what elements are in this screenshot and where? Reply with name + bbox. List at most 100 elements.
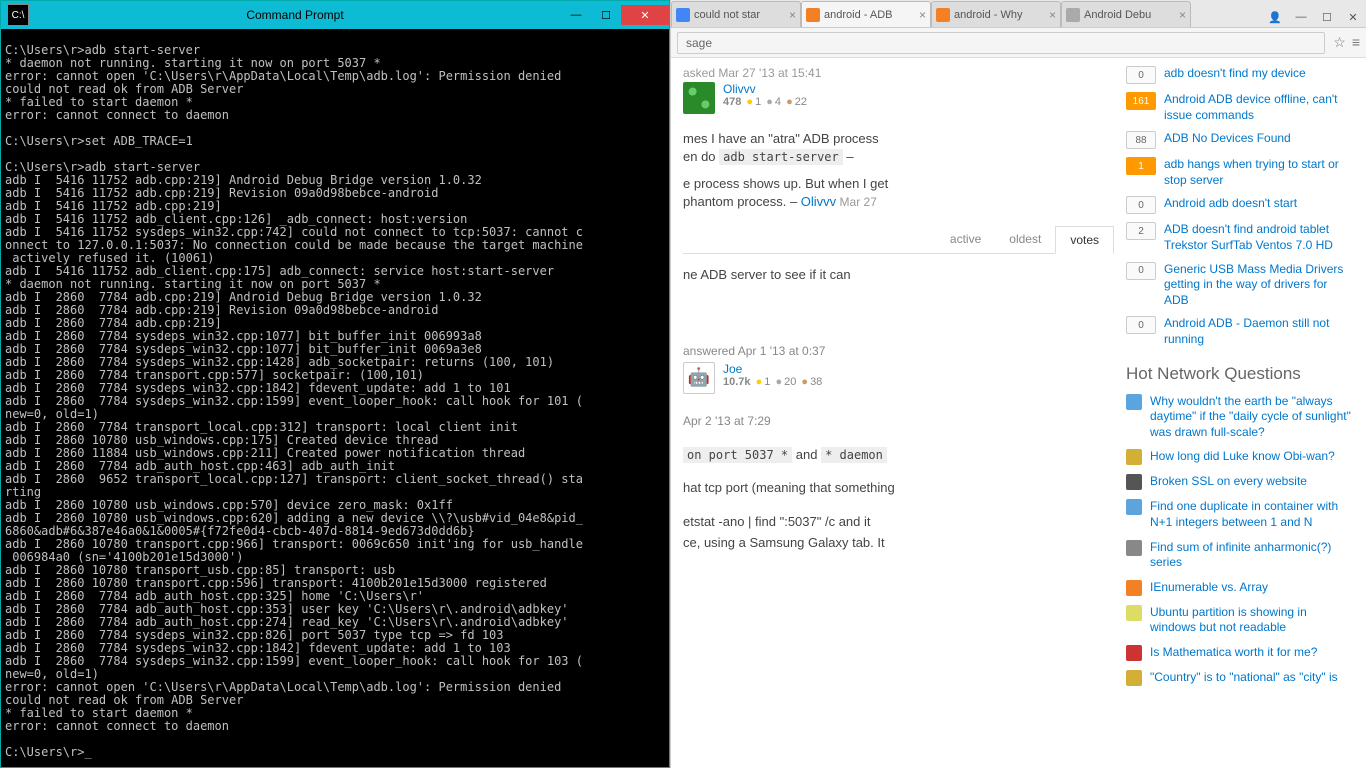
vote-count-badge: 2: [1126, 222, 1156, 240]
tab-close-icon[interactable]: ×: [1179, 8, 1186, 22]
cmd-title: Command Prompt: [29, 8, 561, 22]
tab-close-icon[interactable]: ×: [919, 8, 926, 22]
comment: e process shows up. But when I get phant…: [683, 175, 1114, 210]
related-question: 88 ADB No Devices Found: [1126, 131, 1354, 149]
chrome-maximize-button[interactable]: ☐: [1314, 7, 1340, 27]
hot-question: Is Mathematica worth it for me?: [1126, 645, 1354, 661]
vote-count-badge: 0: [1126, 196, 1156, 214]
answer-signature: answered Apr 1 '13 at 0:37 🤖 Joe 10.7k 1…: [683, 344, 1114, 394]
related-question: 161 Android ADB device offline, can't iss…: [1126, 92, 1354, 123]
browser-tab[interactable]: android - Why×: [931, 1, 1061, 27]
tab-active[interactable]: active: [936, 226, 995, 253]
hot-link[interactable]: How long did Luke know Obi-wan?: [1150, 449, 1335, 465]
chrome-minimize-button[interactable]: —: [1288, 7, 1314, 27]
vote-count-badge: 0: [1126, 316, 1156, 334]
favicon: [676, 8, 690, 22]
cmd-output[interactable]: C:\Users\r>adb start-server * daemon not…: [1, 29, 669, 761]
hot-link[interactable]: Is Mathematica worth it for me?: [1150, 645, 1317, 661]
hot-question: Why wouldn't the earth be "always daytim…: [1126, 394, 1354, 441]
avatar[interactable]: 🤖: [683, 362, 715, 394]
tab-votes[interactable]: votes: [1055, 226, 1114, 254]
menu-icon[interactable]: ≡: [1352, 34, 1360, 51]
answer-body: on port 5037 * and * daemon: [683, 446, 1114, 464]
star-icon[interactable]: ☆: [1333, 34, 1346, 51]
user-link[interactable]: Olivvv: [801, 194, 836, 209]
chrome-window: could not star×android - ADB×android - W…: [670, 0, 1366, 768]
related-question: 1adb hangs when trying to start or stop …: [1126, 157, 1354, 188]
cmd-minimize-button[interactable]: —: [561, 5, 591, 25]
vote-count-badge: 0: [1126, 66, 1156, 84]
tab-oldest[interactable]: oldest: [995, 226, 1055, 253]
chrome-close-button[interactable]: ✕: [1340, 7, 1366, 27]
user-rep: 478 1 4 22: [723, 96, 807, 108]
favicon: [806, 8, 820, 22]
avatar[interactable]: [683, 82, 715, 114]
answer-body: ce, using a Samsung Galaxy tab. It: [683, 534, 1114, 552]
hot-link[interactable]: Broken SSL on every website: [1150, 474, 1307, 490]
command-prompt-window: C:\ Command Prompt — ☐ ✕ C:\Users\r>adb …: [0, 0, 670, 768]
site-icon: [1126, 449, 1142, 465]
cmd-titlebar[interactable]: C:\ Command Prompt — ☐ ✕: [1, 1, 669, 29]
hot-question: How long did Luke know Obi-wan?: [1126, 449, 1354, 465]
comment: mes I have an "atra" ADB process en do a…: [683, 130, 1114, 165]
tab-close-icon[interactable]: ×: [789, 8, 796, 22]
site-icon: [1126, 394, 1142, 410]
cmd-close-button[interactable]: ✕: [621, 5, 669, 25]
hot-link[interactable]: Ubuntu partition is showing in windows b…: [1150, 605, 1354, 636]
related-question: 2 ADB doesn't find android tablet Treksto…: [1126, 222, 1354, 253]
related-link[interactable]: ADB No Devices Found: [1164, 131, 1291, 147]
favicon: [1066, 8, 1080, 22]
chrome-user-button[interactable]: 👤: [1262, 7, 1288, 27]
browser-tab[interactable]: Android Debu×: [1061, 1, 1191, 27]
related-question: 0 Android ADB - Daemon still not running: [1126, 316, 1354, 347]
tab-title: android - ADB: [824, 9, 915, 21]
browser-tab[interactable]: android - ADB ×: [801, 1, 931, 27]
hot-link[interactable]: Find one duplicate in container with N+1…: [1150, 499, 1354, 530]
vote-count-badge: 0: [1126, 262, 1156, 280]
hot-questions: Why wouldn't the earth be "always daytim…: [1126, 394, 1354, 686]
hot-question: IEnumerable vs. Array: [1126, 580, 1354, 596]
vote-count-badge: 161: [1126, 92, 1156, 110]
browser-tab[interactable]: could not star ×: [671, 1, 801, 27]
answer-body: etstat -ano | find ":5037" /c and it: [683, 513, 1114, 531]
related-link[interactable]: adb hangs when trying to start or stop s…: [1164, 157, 1354, 188]
site-icon: [1126, 645, 1142, 661]
related-link[interactable]: ADB doesn't find android tablet Trekstor…: [1164, 222, 1354, 253]
tab-title: could not star: [694, 9, 785, 21]
page-content: asked Mar 27 '13 at 15:41 Olivvv 478 1 4…: [671, 58, 1366, 768]
site-icon: [1126, 499, 1142, 515]
cmd-icon: C:\: [7, 4, 29, 26]
hot-link[interactable]: Find sum of infinite anharmonic(?) serie…: [1150, 540, 1354, 571]
hot-link[interactable]: IEnumerable vs. Array: [1150, 580, 1268, 596]
related-link[interactable]: Generic USB Mass Media Drivers getting i…: [1164, 262, 1354, 309]
related-link[interactable]: adb doesn't find my device: [1164, 66, 1306, 82]
hot-questions-heading: Hot Network Questions: [1126, 364, 1354, 384]
hot-question: "Country" is to "national" as "city" is: [1126, 670, 1354, 686]
related-link[interactable]: Android adb doesn't start: [1164, 196, 1297, 212]
related-question: 0 adb doesn't find my device: [1126, 66, 1354, 84]
related-link[interactable]: Android ADB device offline, can't issue …: [1164, 92, 1354, 123]
site-icon: [1126, 605, 1142, 621]
user-rep: 10.7k 1 20 38: [723, 376, 822, 388]
user-link[interactable]: Joe: [723, 362, 822, 376]
vote-count-badge: 88: [1126, 131, 1156, 149]
so-main-column: asked Mar 27 '13 at 15:41 Olivvv 478 1 4…: [671, 58, 1126, 768]
hot-question: Find sum of infinite anharmonic(?) serie…: [1126, 540, 1354, 571]
asked-time: asked Mar 27 '13 at 15:41: [683, 66, 1114, 80]
tab-close-icon[interactable]: ×: [1049, 8, 1056, 22]
answer-body: ne ADB server to see if it can: [683, 266, 1114, 284]
related-question: 0 Generic USB Mass Media Drivers getting …: [1126, 262, 1354, 309]
site-icon: [1126, 474, 1142, 490]
hot-question: Find one duplicate in container with N+1…: [1126, 499, 1354, 530]
related-link[interactable]: Android ADB - Daemon still not running: [1164, 316, 1354, 347]
answered-time: Apr 2 '13 at 7:29: [683, 414, 1114, 428]
cmd-maximize-button[interactable]: ☐: [591, 5, 621, 25]
user-link[interactable]: Olivvv: [723, 82, 807, 96]
hot-link[interactable]: "Country" is to "national" as "city" is: [1150, 670, 1338, 686]
site-icon: [1126, 580, 1142, 596]
answer-body: hat tcp port (meaning that something: [683, 479, 1114, 497]
related-questions: 0 adb doesn't find my device 161 Android AD…: [1126, 66, 1354, 348]
chrome-tabstrip: could not star×android - ADB×android - W…: [671, 0, 1366, 28]
hot-link[interactable]: Why wouldn't the earth be "always daytim…: [1150, 394, 1354, 441]
chrome-url-field[interactable]: sage: [677, 32, 1325, 54]
